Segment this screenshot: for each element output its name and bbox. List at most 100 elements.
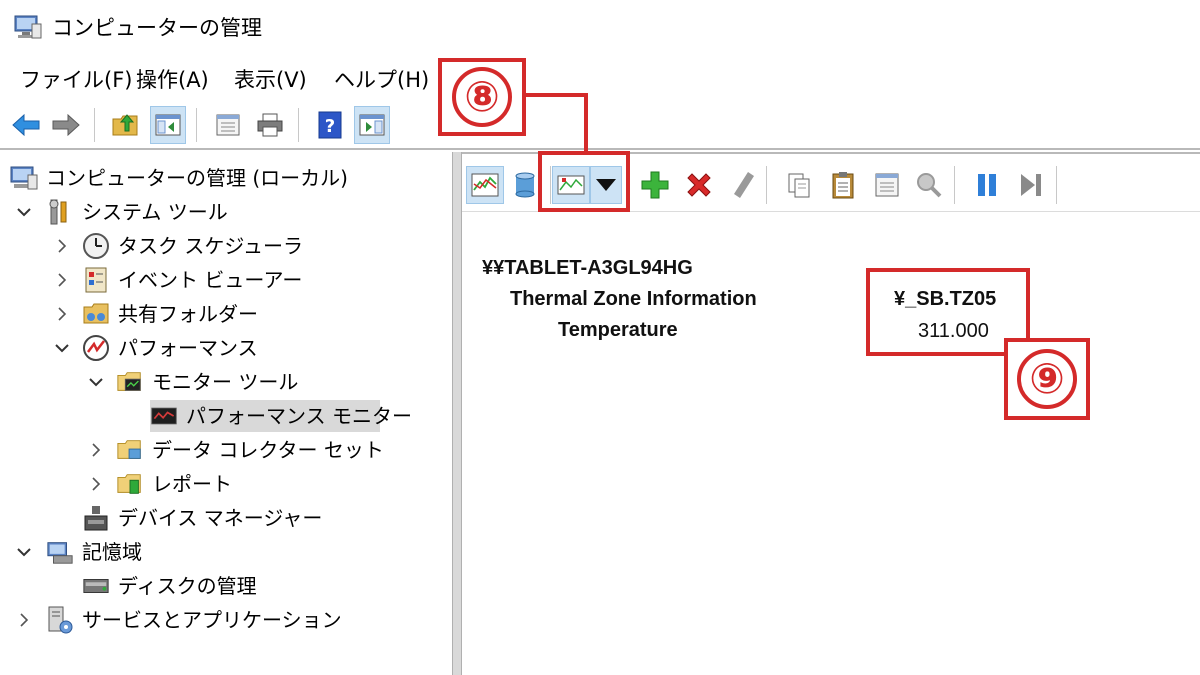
chevron-right-icon[interactable] [86, 474, 106, 494]
copy-icon [788, 173, 810, 198]
clipboard-icon [832, 172, 854, 199]
callout-8-line [526, 93, 588, 97]
tree-item-label: タスク スケジューラ [118, 234, 303, 258]
report-object-name: Thermal Zone Information [510, 288, 757, 310]
tree-item-label: サービスとアプリケーション [82, 608, 342, 632]
tree-item-disk-management[interactable]: ディスクの管理 [82, 570, 257, 602]
menu-bar: ファイル(F) 操作(A) 表示(V) ヘルプ(H) [0, 58, 1200, 102]
chevron-right-icon[interactable] [52, 236, 72, 256]
properties-button-2[interactable] [868, 166, 906, 204]
properties-icon [875, 173, 899, 197]
chevron-down-icon[interactable] [52, 338, 72, 358]
forward-button[interactable] [48, 106, 84, 144]
clock-icon [82, 232, 110, 260]
add-counter-button[interactable] [636, 166, 674, 204]
back-arrow-icon [12, 113, 40, 137]
tree-item-storage[interactable]: 記憶域 [14, 536, 142, 568]
event-viewer-icon [82, 266, 110, 294]
print-button[interactable] [252, 106, 288, 144]
delete-counter-button[interactable] [680, 166, 718, 204]
menu-help[interactable]: ヘルプ(H) [334, 66, 429, 94]
highlight-button[interactable] [724, 166, 762, 204]
freeze-display-button[interactable] [968, 166, 1006, 204]
toolbar-separator [1056, 166, 1057, 204]
tree-item-label: イベント ビューアー [118, 268, 303, 292]
step-forward-icon [1021, 174, 1041, 196]
action-pane-icon [359, 114, 385, 136]
zoom-button[interactable] [910, 166, 948, 204]
back-button[interactable] [8, 106, 44, 144]
tree-item-data-collector-sets[interactable]: データ コレクター セット [86, 434, 384, 466]
toolbar-separator [298, 108, 299, 142]
help-icon: ? [318, 111, 342, 139]
disk-icon [82, 572, 110, 600]
console-tree: コンピューターの管理 (ローカル) システム ツール タスク スケジューラ イベ… [0, 152, 452, 675]
chevron-right-icon[interactable] [14, 610, 34, 630]
up-folder-button[interactable] [108, 106, 144, 144]
folder-icon [116, 436, 144, 464]
tree-item-label: ディスクの管理 [118, 574, 257, 598]
toolbar-separator [94, 108, 95, 142]
tree-item-performance[interactable]: パフォーマンス [52, 332, 258, 364]
callout-8-highlight-box [538, 151, 630, 212]
delete-x-icon [687, 173, 711, 197]
tree-item-label: モニター ツール [152, 370, 299, 394]
chevron-down-icon[interactable] [14, 202, 34, 222]
copy-properties-button[interactable] [780, 166, 818, 204]
up-folder-icon [112, 114, 138, 136]
callout-8-badge: ⑧ [438, 58, 526, 136]
device-manager-icon [82, 504, 110, 532]
system-tools-icon [46, 198, 74, 226]
tree-item-device-manager[interactable]: デバイス マネージャー [82, 502, 322, 534]
tree-item-monitoring-tools[interactable]: モニター ツール [86, 366, 298, 398]
tree-item-label: システム ツール [82, 200, 228, 224]
chevron-down-icon[interactable] [14, 542, 34, 562]
window-title: コンピューターの管理 [52, 16, 262, 40]
toolbar-separator [196, 108, 197, 142]
performance-icon [82, 334, 110, 362]
update-data-button[interactable] [1012, 166, 1050, 204]
chevron-right-icon[interactable] [52, 304, 72, 324]
performance-monitor-icon [150, 402, 178, 430]
pause-icon [978, 174, 996, 196]
printer-icon [257, 113, 283, 137]
tree-item-reports[interactable]: レポート [86, 468, 232, 500]
callout-8-number: ⑧ [452, 67, 512, 127]
console-tree-icon [155, 114, 181, 136]
tree-item-label: パフォーマンス [118, 336, 258, 360]
tree-item-label: パフォーマンス モニター [186, 404, 412, 428]
tree-item-label: コンピューターの管理 (ローカル) [46, 166, 348, 190]
tree-item-label: データ コレクター セット [152, 438, 384, 462]
tree-item-event-viewer[interactable]: イベント ビューアー [52, 264, 302, 296]
main-toolbar: ? [0, 102, 1200, 150]
properties-icon [216, 114, 240, 136]
view-current-activity-button[interactable] [466, 166, 504, 204]
tree-item-label: レポート [152, 472, 232, 496]
report-machine-name: ¥¥TABLET-A3GL94HG [482, 257, 693, 279]
callout-8-line [584, 93, 588, 153]
services-icon [46, 606, 74, 634]
help-button[interactable]: ? [312, 106, 348, 144]
chevron-down-icon[interactable] [86, 372, 106, 392]
menu-file[interactable]: ファイル(F) [20, 66, 132, 94]
database-icon [515, 172, 535, 198]
chevron-right-icon[interactable] [86, 440, 106, 460]
tree-item-system-tools[interactable]: システム ツール [14, 196, 228, 228]
tree-item-performance-monitor[interactable]: パフォーマンス モニター [150, 400, 412, 432]
show-hide-action-pane-button[interactable] [354, 106, 390, 144]
tree-item-shared-folders[interactable]: 共有フォルダー [52, 298, 258, 330]
forward-arrow-icon [52, 113, 80, 137]
pane-splitter[interactable] [452, 152, 462, 675]
tree-item-computer-management[interactable]: コンピューターの管理 (ローカル) [10, 162, 348, 194]
computer-management-icon [10, 164, 38, 192]
svg-text:?: ? [325, 116, 335, 137]
chevron-right-icon[interactable] [52, 270, 72, 290]
tree-item-task-scheduler[interactable]: タスク スケジューラ [52, 230, 303, 262]
paste-counter-list-button[interactable] [824, 166, 862, 204]
title-bar: コンピューターの管理 [0, 0, 1200, 58]
show-hide-console-tree-button[interactable] [150, 106, 186, 144]
menu-action[interactable]: 操作(A) [136, 66, 209, 94]
menu-view[interactable]: 表示(V) [234, 66, 307, 94]
tree-item-services-applications[interactable]: サービスとアプリケーション [14, 604, 342, 636]
properties-button[interactable] [210, 106, 246, 144]
